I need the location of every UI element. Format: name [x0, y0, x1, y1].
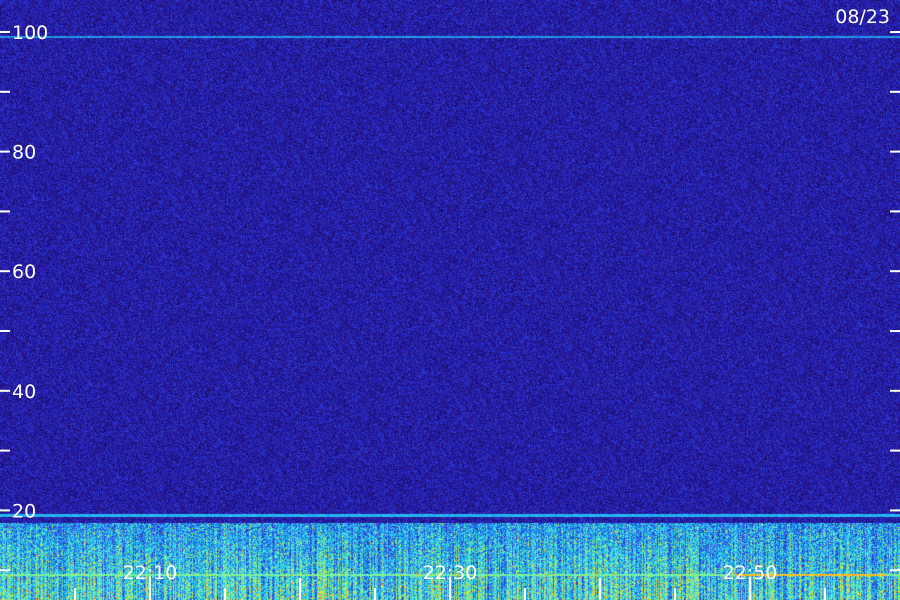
y-axis: 100 80 60 40 20 — [0, 22, 900, 572]
y-tick-label: 60 — [12, 261, 36, 283]
chart-axes: 100 80 60 40 20 22:10 22:30 22:50 08/23 — [0, 6, 900, 600]
x-tick-label: 22:30 — [423, 562, 478, 584]
x-axis: 22:10 22:30 22:50 — [74, 562, 826, 600]
date-label: 08/23 — [835, 6, 890, 28]
y-tick-label: 100 — [12, 22, 48, 44]
x-tick-label: 22:50 — [723, 562, 778, 584]
x-tick-label: 22:10 — [123, 562, 178, 584]
y-tick-label: 40 — [12, 381, 36, 403]
y-tick-label: 20 — [12, 500, 36, 522]
y-tick-label: 80 — [12, 142, 36, 164]
spectrogram-chart: 100 80 60 40 20 22:10 22:30 22:50 08/23 — [0, 0, 900, 600]
